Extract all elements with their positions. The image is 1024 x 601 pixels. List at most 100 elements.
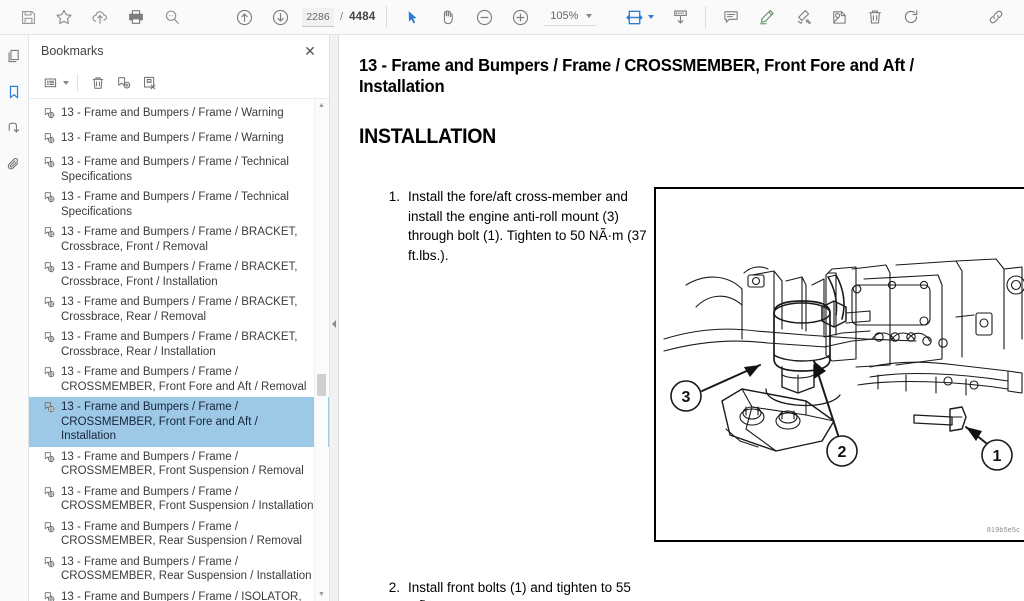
zoom-level-selector[interactable]: 105%	[544, 8, 597, 26]
previous-page-icon[interactable]	[226, 2, 262, 32]
print-icon[interactable]	[118, 2, 154, 32]
bookmark-item[interactable]: 13 - Frame and Bumpers / Frame / BRACKET…	[29, 257, 329, 292]
search-icon[interactable]	[154, 2, 190, 32]
page-title: 13 - Frame and Bumpers / Frame / CROSSME…	[359, 55, 914, 96]
bookmark-item[interactable]: 13 - Frame and Bumpers / Frame / CROSSME…	[29, 397, 329, 447]
workspace: Bookmarks ✕ 13 - Frame and Bumpers / Fra…	[0, 35, 1024, 601]
zoom-level-value: 105%	[550, 10, 579, 22]
svg-text:2: 2	[838, 444, 847, 461]
bookmarks-list[interactable]: 13 - Frame and Bumpers / Frame / Warning…	[29, 99, 329, 601]
side-rail	[0, 35, 29, 601]
bookmark-label: 13 - Frame and Bumpers / Frame / Technic…	[61, 156, 289, 183]
close-icon[interactable]: ✕	[301, 42, 319, 60]
pdf-page: 13 - Frame and Bumpers / Frame / CROSSME…	[339, 35, 1024, 601]
bookmark-item[interactable]: 13 - Frame and Bumpers / Frame / Warning	[29, 128, 329, 153]
bookmark-label: 13 - Frame and Bumpers / Frame / CROSSME…	[61, 485, 314, 513]
bookmark-item[interactable]: 13 - Frame and Bumpers / Frame / ISOLATO…	[29, 587, 329, 601]
zoom-in-icon[interactable]	[502, 2, 538, 32]
sidebar-item-pages[interactable]	[1, 43, 27, 69]
trash-icon[interactable]	[857, 2, 893, 32]
step-number: 1.	[388, 189, 400, 204]
bookmark-label: 13 - Frame and Bumpers / Frame / BRACKET…	[61, 296, 298, 323]
bookmark-page-icon	[43, 401, 56, 419]
panel-toolbar-divider	[77, 73, 78, 92]
panel-divider[interactable]	[330, 35, 339, 601]
bookmark-label: 13 - Frame and Bumpers / Frame / Warning	[61, 131, 284, 144]
instruction-step: 1. Install the fore/aft cross-member and…	[386, 187, 651, 265]
bookmark-item[interactable]: 13 - Frame and Bumpers / Frame / Warning	[29, 103, 329, 128]
bookmark-item[interactable]: 13 - Frame and Bumpers / Frame / CROSSME…	[29, 517, 329, 552]
figure-code: 819b5e5c	[986, 527, 1020, 534]
scroll-up-arrow-icon[interactable]: ▲	[315, 99, 328, 112]
instruction-steps: 1. Install the fore/aft cross-member and…	[359, 187, 651, 601]
scroll-mode-icon[interactable]	[662, 2, 698, 32]
bookmark-item[interactable]: 13 - Frame and Bumpers / Frame / BRACKET…	[29, 222, 329, 257]
bookmark-item[interactable]: 13 - Frame and Bumpers / Frame / CROSSME…	[29, 447, 329, 482]
bookmark-item[interactable]: 13 - Frame and Bumpers / Frame / CROSSME…	[29, 362, 329, 397]
scroll-down-arrow-icon[interactable]: ▼	[315, 588, 328, 601]
cloud-upload-icon[interactable]	[82, 2, 118, 32]
main-toolbar: 2286 / 4484 105%	[0, 0, 1024, 35]
bookmark-options-chevron-icon[interactable]	[63, 80, 69, 85]
zoom-out-icon[interactable]	[466, 2, 502, 32]
bookmark-item[interactable]: 13 - Frame and Bumpers / Frame / Technic…	[29, 152, 329, 187]
bookmark-label: 13 - Frame and Bumpers / Frame / BRACKET…	[61, 261, 298, 288]
instruction-step: 2. Install front bolts (1) and tighten t…	[386, 578, 651, 601]
step-text: Install front bolts (1) and tighten to 5…	[408, 580, 631, 601]
chevron-down-icon[interactable]	[586, 14, 593, 18]
hand-pan-icon[interactable]	[430, 2, 466, 32]
step-number: 2.	[388, 580, 400, 595]
bookmark-page-icon	[43, 107, 56, 125]
bookmarks-scrollbar[interactable]: ▲ ▼	[314, 99, 328, 601]
toolbar-divider-2	[705, 6, 707, 28]
fit-page-width-icon[interactable]	[616, 2, 652, 32]
bookmark-page-icon	[43, 296, 56, 314]
fit-mode-chevron-icon[interactable]	[648, 15, 655, 19]
bookmark-page-icon	[43, 156, 56, 174]
rotate-icon[interactable]	[893, 2, 929, 32]
bookmark-item[interactable]: 13 - Frame and Bumpers / Frame / Technic…	[29, 187, 329, 222]
scrollbar-thumb[interactable]	[317, 374, 326, 396]
page-total-count: 4484	[349, 11, 376, 23]
edit-bookmark-icon[interactable]	[138, 71, 162, 95]
bookmark-page-icon	[43, 556, 56, 574]
svg-text:3: 3	[682, 389, 691, 406]
bookmark-page-icon	[43, 132, 56, 150]
sidebar-item-bookmarks[interactable]	[1, 79, 27, 105]
bookmark-label: 13 - Frame and Bumpers / Frame / CROSSME…	[61, 366, 307, 393]
comment-icon[interactable]	[713, 2, 749, 32]
page-number-input[interactable]: 2286	[302, 7, 334, 27]
bookmarks-panel-header: Bookmarks ✕	[29, 35, 329, 67]
bookmark-item[interactable]: 13 - Frame and Bumpers / Frame / CROSSME…	[29, 552, 329, 587]
sidebar-item-signatures[interactable]	[1, 115, 27, 141]
bookmark-page-icon	[43, 451, 56, 469]
pdf-reader-window: 2286 / 4484 105% Bookmarks ✕ 13 - Frame …	[0, 0, 1024, 601]
new-bookmark-icon[interactable]	[112, 71, 136, 95]
save-icon[interactable]	[10, 2, 46, 32]
delete-bookmark-icon[interactable]	[86, 71, 110, 95]
highlighter-pen-icon[interactable]	[749, 2, 785, 32]
section-heading: INSTALLATION	[359, 125, 496, 148]
select-cursor-icon[interactable]	[394, 2, 430, 32]
bookmark-item[interactable]: 13 - Frame and Bumpers / Frame / CROSSME…	[29, 482, 329, 517]
bookmark-label: 13 - Frame and Bumpers / Frame / CROSSME…	[61, 520, 302, 548]
collapse-panel-handle[interactable]	[330, 313, 338, 335]
bookmark-page-icon	[43, 486, 56, 504]
bookmark-page-icon	[43, 226, 56, 244]
next-page-icon[interactable]	[262, 2, 298, 32]
link-attach-icon[interactable]	[978, 2, 1014, 32]
bookmark-page-icon	[43, 261, 56, 279]
bookmark-label: 13 - Frame and Bumpers / Frame / CROSSME…	[61, 555, 312, 583]
bookmark-item[interactable]: 13 - Frame and Bumpers / Frame / BRACKET…	[29, 327, 329, 362]
eraser-icon[interactable]	[785, 2, 821, 32]
sidebar-item-attachments[interactable]	[1, 151, 27, 177]
stamp-icon[interactable]	[821, 2, 857, 32]
list-options-icon[interactable]	[39, 71, 63, 95]
toolbar-divider-1	[386, 6, 388, 28]
bookmark-page-icon	[43, 366, 56, 384]
bookmark-page-icon	[43, 521, 56, 539]
star-icon[interactable]	[46, 2, 82, 32]
bookmark-item[interactable]: 13 - Frame and Bumpers / Frame / BRACKET…	[29, 292, 329, 327]
document-view[interactable]: 13 - Frame and Bumpers / Frame / CROSSME…	[339, 35, 1024, 601]
bookmark-label: 13 - Frame and Bumpers / Frame / CROSSME…	[61, 401, 258, 442]
